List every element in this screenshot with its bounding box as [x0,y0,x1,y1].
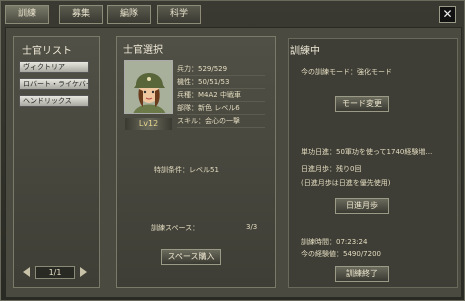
level-banner: Lv12 [125,118,172,130]
daily-note: (日進月歩は日進を優先使用) [301,179,391,187]
officer-list-item[interactable]: ヘンドリックス [19,95,89,107]
prev-page-icon[interactable] [23,267,30,277]
officer-list-panel: 士官リスト ヴィクトリア ロバート・ライケバード… ヘンドリックス [13,36,100,288]
training-window: 訓練 募集 編隊 科学 ✕ 士官リスト ヴィクトリア ロバート・ライケバード… … [0,0,465,301]
officer-level: Lv12 [138,119,159,128]
training-space-value: 3/3 [246,223,258,231]
stat-unit-type: 兵種：M4A2 中戦車 [177,89,265,102]
buy-space-button[interactable]: スペース購入 [161,249,221,265]
officer-portrait[interactable] [124,60,173,114]
stat-unit: 部隊：新色 レベル6 [177,102,265,115]
exp-rate: 単功日進：50軍功を使って1740経験増… [301,148,433,156]
stat-skill: スキル：会心の一撃 [177,115,265,128]
officer-list-item[interactable]: ヴィクトリア [19,61,89,73]
officer-stats: 兵力：529/529 機性：50/51/53 兵種：M4A2 中戦車 部隊：新色… [177,63,265,128]
tab-formation[interactable]: 編隊 [107,5,151,24]
daily-remaining: 日進月歩：残り0回 [301,165,362,173]
current-exp: 今の経験値：5490/7200 [301,250,381,258]
officer-select-title: 士官選択 [123,45,163,56]
tab-recruit[interactable]: 募集 [59,5,103,24]
officer-avatar-icon [125,61,172,113]
training-condition: 特訓条件：レベル51 [154,166,219,174]
next-page-icon[interactable] [80,267,87,277]
mode-change-button[interactable]: モード変更 [335,96,389,112]
tab-training[interactable]: 訓練 [5,5,49,24]
daily-progress-button[interactable]: 日進月歩 [335,198,389,214]
close-icon[interactable]: ✕ [439,6,456,23]
page-indicator: 1/1 [35,266,75,279]
stat-troops: 兵力：529/529 [177,63,265,76]
pager: 1/1 [23,266,87,280]
training-space-label: 訓練スペース： [151,224,200,232]
training-time: 訓練時間：07:23:24 [301,238,368,246]
tab-science[interactable]: 科学 [157,5,201,24]
stat-attributes: 機性：50/51/53 [177,76,265,89]
officer-list-title: 士官リスト [22,46,72,57]
training-title: 訓練中 [290,46,320,57]
officer-list-item[interactable]: ロバート・ライケバード… [19,78,89,90]
end-training-button[interactable]: 訓練終了 [335,266,389,282]
training-mode: 今の訓練モード：強化モード [301,68,392,76]
